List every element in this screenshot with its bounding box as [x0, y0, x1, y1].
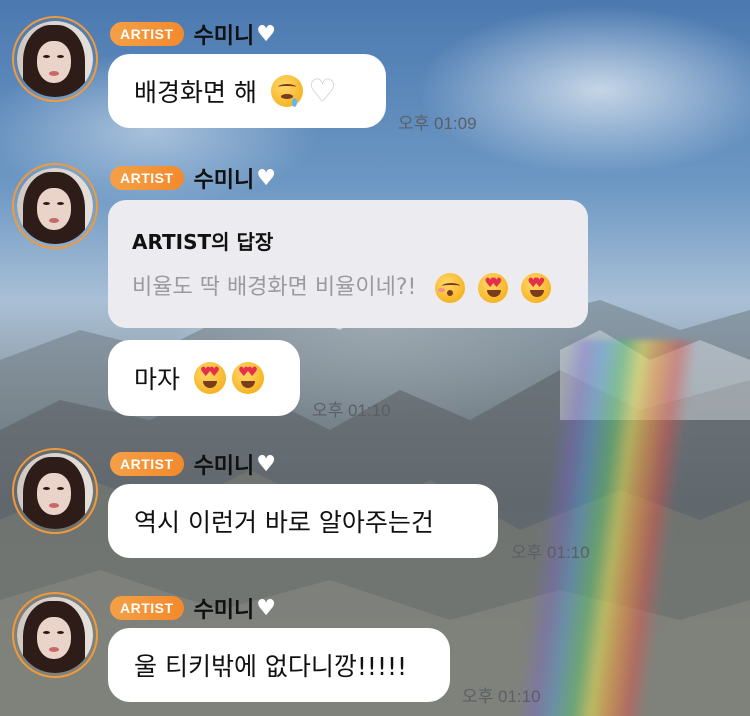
heart-eyes-face-icon [194, 362, 227, 394]
sender-row: ARTIST 수미니 ♥ [110, 592, 276, 624]
message-bubble[interactable]: 울 티키밖에 없다니깡!!!!! [108, 628, 450, 702]
reply-quote-box[interactable]: ARTIST의 답장 비율도 딱 배경화면 비율이네?! [108, 200, 588, 328]
message-timestamp: 오후 01:10 [312, 401, 391, 420]
sender-name-text: 수미니 [193, 24, 255, 49]
heart-eyes-face-icon [478, 273, 509, 303]
sender-row: ARTIST 수미니 ♥ [110, 162, 276, 194]
white-heart-icon: ♥ [256, 595, 277, 621]
sender-row: ARTIST 수미니 ♥ [110, 448, 276, 480]
reply-quote-line: 비율도 딱 배경화면 비율이네?! [132, 269, 564, 303]
avatar-photo [17, 453, 93, 529]
message-text: 역시 이런거 바로 알아주는건 [134, 508, 434, 537]
sender-name[interactable]: 수미니 ♥ [194, 162, 276, 194]
message-text: 마자 [134, 365, 181, 394]
avatar[interactable] [12, 448, 98, 534]
white-heart-icon: ♥ [256, 451, 277, 477]
message-timestamp: 오후 01:09 [398, 114, 477, 133]
message-bubble[interactable]: 역시 이런거 바로 알아주는건 [108, 484, 498, 558]
reply-title: ARTIST의 답장 [132, 230, 274, 254]
drooling-face-icon [270, 75, 303, 107]
message-text: 울 티키밖에 없다니깡!!!!! [134, 652, 408, 681]
artist-badge: ARTIST [110, 166, 184, 190]
message-bubble[interactable]: 마자 [108, 340, 300, 416]
artist-badge: ARTIST [110, 452, 184, 476]
avatar-photo [17, 168, 93, 244]
artist-badge: ARTIST [110, 596, 184, 620]
sender-name[interactable]: 수미니 ♥ [194, 448, 276, 480]
sender-name[interactable]: 수미니 ♥ [194, 18, 276, 50]
message-timestamp: 오후 01:10 [511, 543, 590, 562]
message-bubble[interactable]: 배경화면 해 ♥ [108, 54, 386, 128]
reply-quote-text: 비율도 딱 배경화면 비율이네?! [132, 275, 417, 300]
white-heart-icon: ♥ [308, 73, 336, 109]
white-heart-icon: ♥ [256, 21, 277, 47]
sender-name-text: 수미니 [193, 168, 255, 193]
sender-name-text: 수미니 [193, 598, 255, 623]
avatar-photo [17, 597, 93, 673]
message-text: 배경화면 해 [134, 78, 257, 107]
avatar[interactable] [12, 16, 98, 102]
sender-row: ARTIST 수미니 ♥ [110, 18, 276, 50]
artist-badge: ARTIST [110, 22, 184, 46]
heart-eyes-face-icon [232, 362, 265, 394]
message-timestamp: 오후 01:10 [462, 687, 541, 706]
avatar-photo [17, 21, 93, 97]
sender-name[interactable]: 수미니 ♥ [194, 592, 276, 624]
heart-eyes-face-icon [521, 273, 552, 303]
white-heart-icon: ♥ [256, 165, 277, 191]
avatar[interactable] [12, 163, 98, 249]
avatar[interactable] [12, 592, 98, 678]
kissing-face-icon [435, 273, 466, 303]
sender-name-text: 수미니 [193, 454, 255, 479]
